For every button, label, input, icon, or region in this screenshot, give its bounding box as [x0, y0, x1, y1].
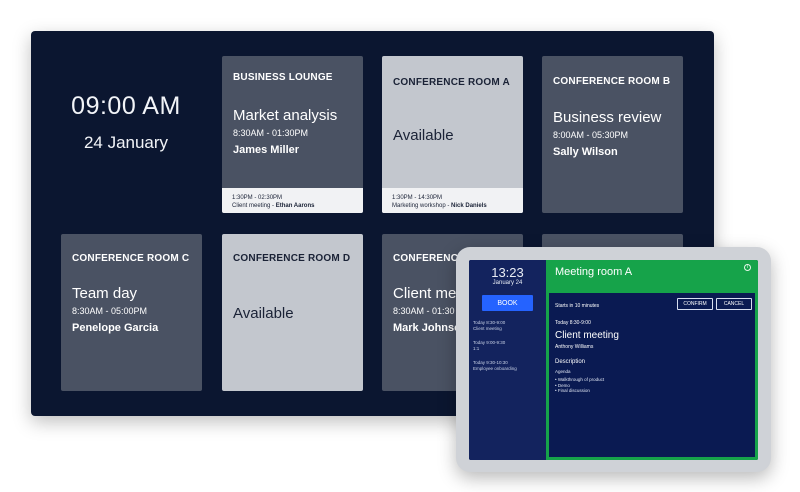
next-meeting-details: Client meeting - Ethan Aarons	[232, 203, 315, 209]
meeting-host: Penelope Garcia	[72, 322, 159, 334]
room-status: Available	[233, 305, 294, 322]
room-name: CONFERENCE	[393, 253, 466, 264]
meeting-title: Team day	[72, 285, 138, 302]
room-header: Meeting room A i	[549, 260, 755, 293]
next-meeting-bar: 1:30PM - 14:30PM Marketing workshop - Ni…	[382, 188, 523, 213]
room-status: Available	[393, 127, 454, 144]
meeting-host: Sally Wilson	[553, 146, 618, 158]
room-tile-conference-d[interactable]: CONFERENCE ROOM D Available	[222, 234, 363, 391]
room-name: CONFERENCE ROOM C	[72, 253, 190, 264]
book-button[interactable]: BOOK	[482, 295, 533, 311]
meeting-time: 8:30AM - 01:30PM	[233, 128, 309, 138]
meeting-host: Mark Johnso	[393, 322, 461, 334]
next-meeting-bar: 1:30PM - 02:30PM Client meeting - Ethan …	[222, 188, 363, 213]
clock-time: 09:00 AM	[71, 92, 181, 120]
next-meeting-time: 1:30PM - 14:30PM	[392, 195, 443, 201]
meeting-host: James Miller	[233, 144, 300, 156]
meeting-host: Anthony Williams	[555, 344, 594, 350]
agenda-list: • Walkthrough of product • Demo • Final …	[555, 377, 604, 394]
room-name: BUSINESS LOUNGE	[233, 72, 333, 83]
room-tile-business-lounge[interactable]: BUSINESS LOUNGE Market analysis 8:30AM -…	[222, 56, 363, 213]
room-name: CONFERENCE ROOM D	[233, 253, 351, 264]
meeting-title: Client meeting	[555, 330, 619, 341]
meeting-title: Business review	[553, 109, 662, 126]
meeting-time: Today 8:30-9:00	[555, 320, 591, 326]
meeting-time: 8:30AM - 01:30	[393, 306, 455, 316]
tablet-device: 13:23 January 24 BOOK Today 8:30-9:00 Cl…	[456, 247, 771, 472]
meeting-time: 8:00AM - 05:30PM	[553, 130, 629, 140]
agenda-item: • Walkthrough of product	[555, 377, 605, 382]
schedule-item[interactable]: Today 9:30-10:30 Employee onboarding	[473, 360, 517, 372]
schedule-title: 1:1	[473, 346, 480, 351]
tablet-clock-date: January 24	[492, 280, 523, 286]
info-icon[interactable]: i	[744, 264, 751, 271]
tablet-clock-time: 13:23	[491, 265, 524, 280]
description-heading: Description	[555, 359, 586, 365]
room-tile-conference-b[interactable]: CONFERENCE ROOM B Business review 8:00AM…	[542, 56, 683, 213]
schedule-title: Employee onboarding	[473, 366, 517, 371]
room-tile-conference-c[interactable]: CONFERENCE ROOM C Team day 8:30AM - 05:0…	[61, 234, 202, 391]
tablet-sidebar: 13:23 January 24 BOOK Today 8:30-9:00 Cl…	[469, 260, 546, 460]
schedule-item[interactable]: Today 9:00-9:30 1:1	[473, 340, 505, 352]
tablet-screen: 13:23 January 24 BOOK Today 8:30-9:00 Cl…	[469, 260, 758, 460]
cancel-button[interactable]: CANCEL	[716, 298, 752, 310]
meeting-title: Client mee	[393, 285, 465, 302]
meeting-panel: Meeting room A i Starts in 10 minutes CO…	[546, 260, 758, 460]
confirm-button[interactable]: CONFIRM	[677, 298, 713, 310]
room-name: CONFERENCE ROOM A	[393, 77, 510, 88]
schedule-item[interactable]: Today 8:30-9:00 Client meeting	[473, 320, 505, 332]
room-tile-conference-a[interactable]: CONFERENCE ROOM A Available 1:30PM - 14:…	[382, 56, 523, 213]
starts-in-text: Starts in 10 minutes	[555, 303, 600, 309]
room-name: CONFERENCE ROOM B	[553, 76, 671, 87]
room-name: Meeting room A	[555, 266, 633, 278]
meeting-time: 8:30AM - 05:00PM	[72, 306, 148, 316]
agenda-label: Agenda	[555, 369, 571, 374]
agenda-item: • Final discussion	[555, 388, 590, 393]
schedule-title: Client meeting	[473, 326, 502, 331]
clock-panel: 09:00 AM 24 January	[31, 31, 221, 214]
next-meeting-time: 1:30PM - 02:30PM	[232, 195, 283, 201]
clock-date: 24 January	[83, 133, 169, 152]
next-meeting-details: Marketing workshop - Nick Daniels	[392, 203, 487, 209]
meeting-title: Market analysis	[233, 107, 338, 124]
